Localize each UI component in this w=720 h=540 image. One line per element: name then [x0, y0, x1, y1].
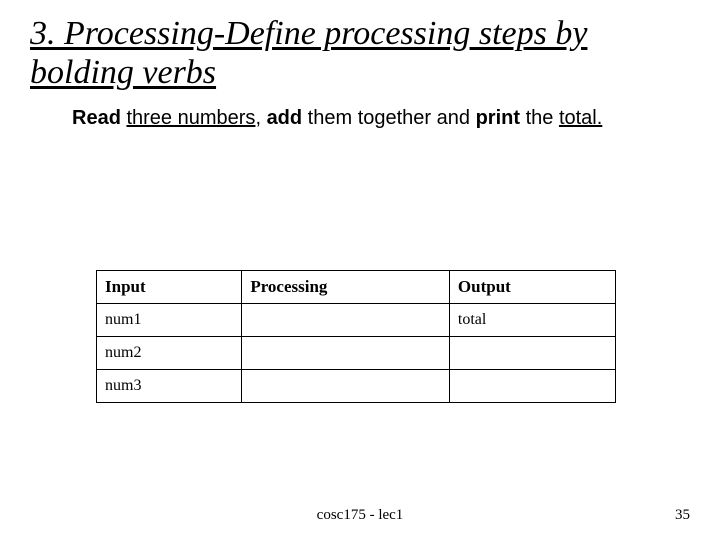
header-input: Input — [97, 271, 242, 304]
cell-input: num1 — [97, 304, 242, 337]
table-row: num2 — [97, 337, 616, 370]
ipo-table-wrap: Input Processing Output num1 total num2num… — [96, 270, 616, 403]
instruction-fragment: them together and — [302, 107, 475, 129]
cell-output — [449, 370, 615, 403]
cell-processing — [242, 370, 450, 403]
cell-output — [449, 337, 615, 370]
instruction-text: Read three numbers, add them together an… — [0, 98, 662, 131]
instruction-fragment: total. — [559, 107, 602, 129]
cell-processing — [242, 304, 450, 337]
cell-input: num3 — [97, 370, 242, 403]
header-processing: Processing — [242, 271, 450, 304]
table-row: num3 — [97, 370, 616, 403]
table-header-row: Input Processing Output — [97, 271, 616, 304]
footer-course: cosc175 - lec1 — [0, 507, 720, 524]
instruction-fragment: three numbers — [126, 107, 255, 129]
footer-page-number: 35 — [675, 507, 690, 524]
instruction-fragment: add — [267, 107, 303, 129]
slide: 3. Processing-Define processing steps by… — [0, 0, 720, 540]
instruction-fragment: , — [255, 107, 266, 129]
cell-processing — [242, 337, 450, 370]
cell-input: num2 — [97, 337, 242, 370]
instruction-fragment: Read — [72, 107, 121, 129]
instruction-fragment: print — [476, 107, 520, 129]
slide-title: 3. Processing-Define processing steps by… — [0, 0, 720, 98]
cell-output: total — [449, 304, 615, 337]
table-row: num1 total — [97, 304, 616, 337]
header-output: Output — [449, 271, 615, 304]
instruction-fragment: the — [520, 107, 559, 129]
ipo-table: Input Processing Output num1 total num2num… — [96, 270, 616, 403]
